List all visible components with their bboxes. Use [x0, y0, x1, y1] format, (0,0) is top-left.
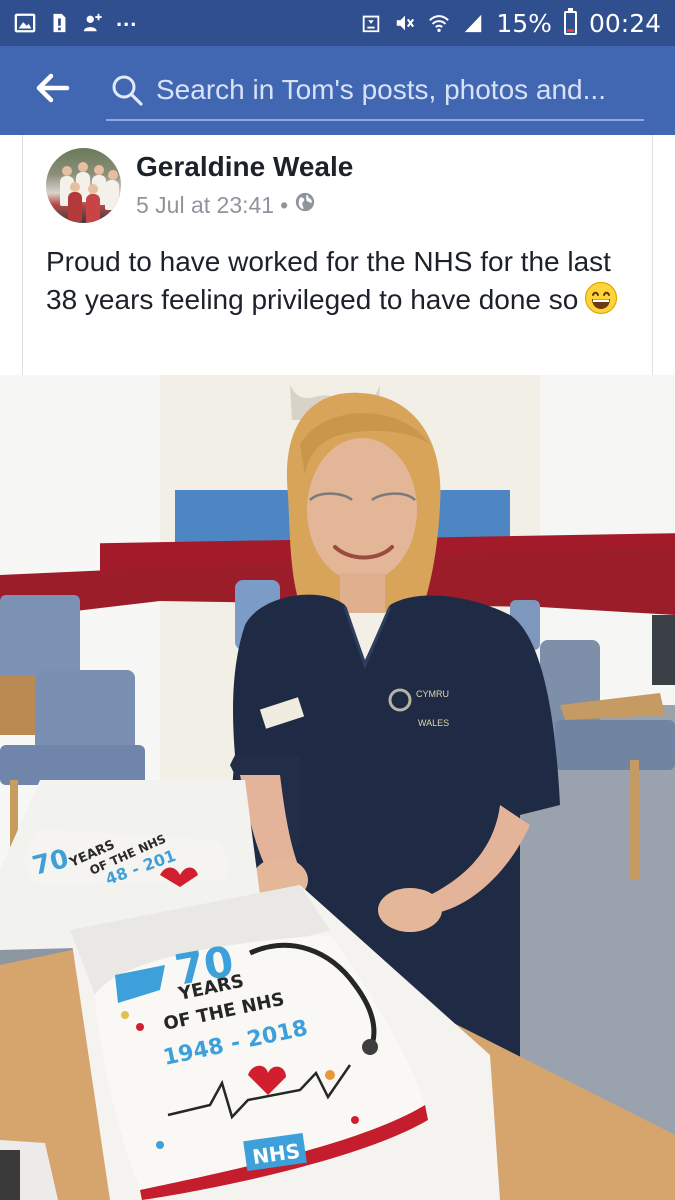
uniform-badge-cymru: CYMRU: [416, 689, 449, 699]
post-card: Geraldine Weale 5 Jul at 23:41 • Proud t…: [22, 135, 653, 375]
search-icon: [110, 73, 144, 107]
status-bar: ... 15% 00:24: [0, 0, 675, 46]
sim-alert-icon: [48, 12, 70, 34]
add-contact-icon: [82, 12, 104, 34]
post-photo[interactable]: CYMRU WALES 70 YEARS OF THE NHS 48 - 201…: [0, 375, 675, 1200]
meta-separator: •: [280, 191, 289, 218]
status-overflow: ...: [116, 6, 138, 31]
globe-icon: [294, 191, 316, 219]
uniform-badge-wales: WALES: [418, 718, 449, 728]
post-text-body: Proud to have worked for the NHS for the…: [46, 246, 611, 315]
post-text: Proud to have worked for the NHS for the…: [46, 243, 646, 319]
avatar[interactable]: [46, 148, 121, 223]
battery-icon: [563, 8, 577, 35]
status-left: ...: [14, 6, 137, 34]
search-input[interactable]: [156, 73, 636, 106]
battery-percentage: 15%: [496, 8, 552, 38]
author-name[interactable]: Geraldine Weale: [136, 151, 353, 183]
grinning-face-icon: [584, 281, 618, 315]
search-box[interactable]: [106, 61, 644, 121]
clock: 00:24: [588, 8, 661, 38]
post-date[interactable]: 5 Jul at 23:41: [136, 192, 274, 219]
post-meta: 5 Jul at 23:41 •: [136, 191, 316, 219]
back-button[interactable]: [0, 46, 106, 135]
signal-icon: [462, 12, 484, 34]
status-right: 15% 00:24: [360, 8, 661, 38]
wifi-icon: [428, 12, 450, 34]
recycle-icon: [360, 12, 382, 34]
app-header: [0, 46, 675, 135]
mute-icon: [394, 12, 416, 34]
gallery-icon: [14, 12, 36, 34]
arrow-left-icon: [36, 73, 70, 108]
photo-illustration: CYMRU WALES 70 YEARS OF THE NHS 48 - 201…: [0, 375, 675, 1200]
